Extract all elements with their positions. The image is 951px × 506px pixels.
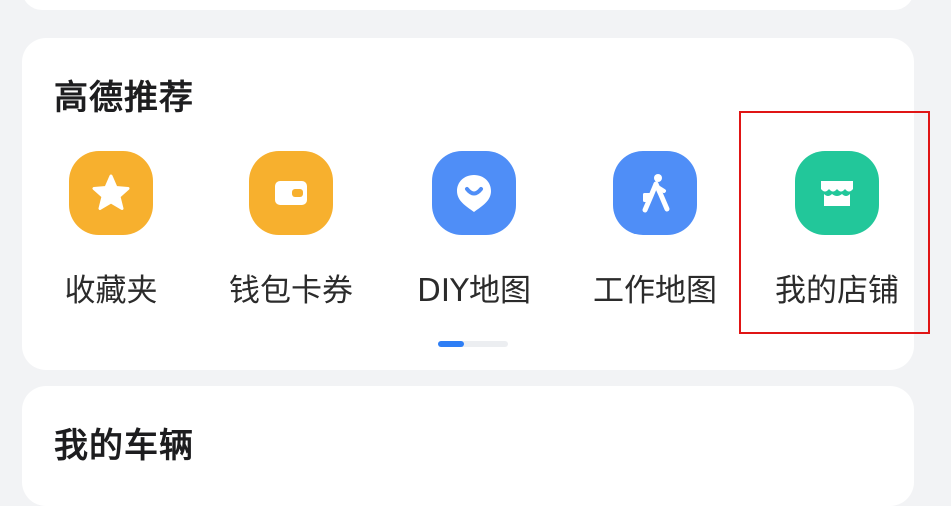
previous-card — [22, 0, 914, 10]
store-icon — [795, 151, 879, 235]
wallet-icon — [249, 151, 333, 235]
map-pin-smile-icon — [432, 151, 516, 235]
my-store-label: 我的店铺 — [775, 273, 899, 309]
diy-map-button[interactable]: DIY地图 — [384, 151, 564, 321]
section-title-recommend: 高德推荐 — [54, 78, 194, 118]
star-icon — [69, 151, 153, 235]
favorites-button[interactable]: 收藏夹 — [21, 151, 201, 321]
vehicles-card: 我的车辆 — [22, 386, 914, 506]
recommend-items: 收藏夹 钱包卡券 DIY地图 工作地图 我的店铺 — [22, 151, 914, 321]
wallet-coupons-label: 钱包卡券 — [229, 273, 353, 309]
diy-map-label: DIY地图 — [417, 273, 531, 309]
my-store-button[interactable]: 我的店铺 — [747, 151, 927, 321]
recommend-card: 高德推荐 收藏夹 钱包卡券 DIY地图 工作地图 我的店铺 — [22, 38, 914, 370]
wallet-coupons-button[interactable]: 钱包卡券 — [201, 151, 381, 321]
walking-person-icon — [613, 151, 697, 235]
page-indicator — [438, 341, 508, 347]
work-map-button[interactable]: 工作地图 — [565, 151, 745, 321]
favorites-label: 收藏夹 — [64, 273, 158, 309]
page-indicator-active — [438, 341, 464, 347]
work-map-label: 工作地图 — [593, 273, 717, 309]
